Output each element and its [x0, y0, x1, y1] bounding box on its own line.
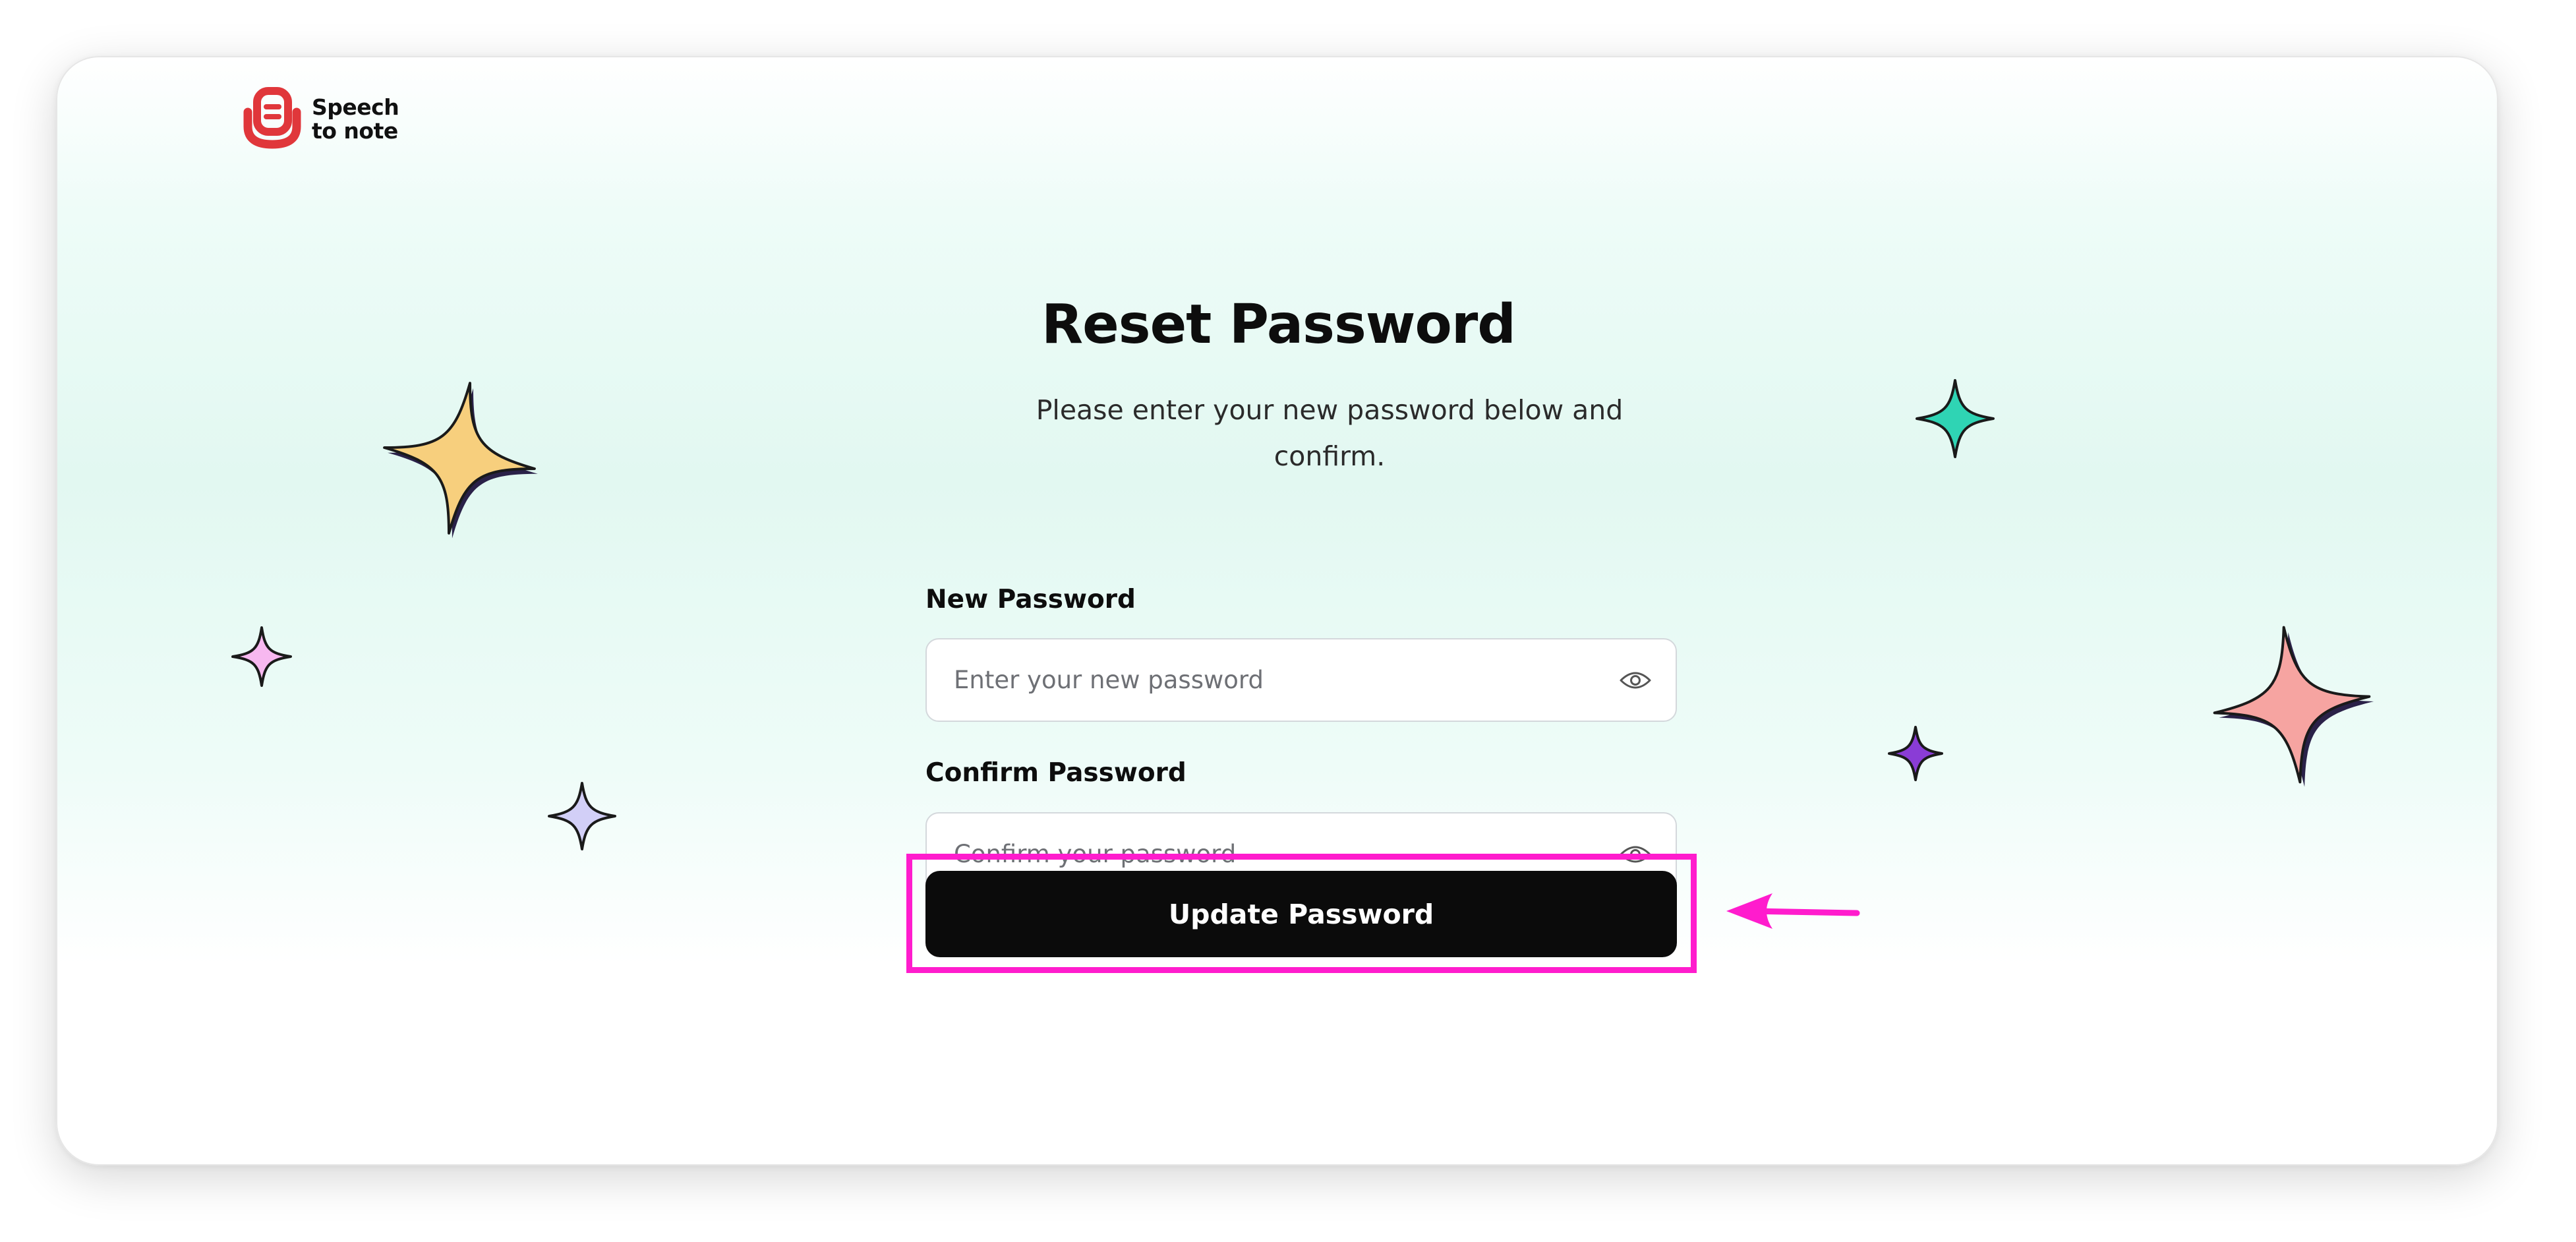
- speech-to-note-logo-icon: [243, 87, 301, 149]
- page-subtitle: Please enter your new password below and…: [1036, 394, 1624, 472]
- update-password-button[interactable]: Update Password: [925, 871, 1677, 957]
- pink-sparkle-icon: [231, 626, 292, 687]
- page-title: Reset Password: [1041, 293, 1516, 356]
- new-password-field: [925, 638, 1677, 722]
- brand-name-line2: to note: [312, 117, 398, 144]
- yellow-sparkle-icon: [383, 382, 538, 539]
- brand-name: Speech to note: [312, 94, 399, 144]
- brand-name-line1: Speech: [312, 94, 399, 120]
- confirm-password-label: Confirm Password: [925, 758, 1186, 788]
- app-window: Speech to note Reset Password Please ent…: [56, 56, 2498, 1166]
- new-password-label: New Password: [925, 585, 1136, 614]
- pointer-arrow-icon: [1726, 893, 1860, 929]
- teal-sparkle-icon: [1916, 379, 1995, 458]
- lavender-sparkle-icon: [548, 782, 616, 850]
- purple-sparkle-icon: [1888, 726, 1943, 781]
- coral-sparkle-icon: [2213, 626, 2374, 787]
- brand-logo[interactable]: Speech to note: [241, 87, 399, 151]
- new-password-input[interactable]: [927, 639, 1676, 721]
- eye-icon[interactable]: [1619, 670, 1652, 691]
